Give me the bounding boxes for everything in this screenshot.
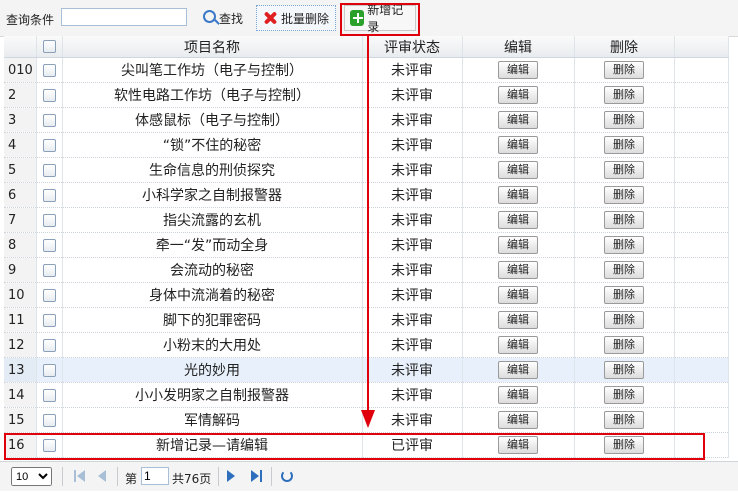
- page-total: 共76页: [172, 472, 212, 486]
- pager-separator: [62, 467, 63, 486]
- pager-separator: [117, 467, 118, 486]
- prev-page-icon[interactable]: [98, 470, 110, 482]
- next-page-icon[interactable]: [227, 470, 239, 482]
- pager-separator: [271, 467, 272, 486]
- pager-separator: [218, 467, 219, 486]
- last-page-icon[interactable]: [251, 470, 263, 482]
- first-page-icon[interactable]: [74, 470, 86, 482]
- annotation-arrow: [361, 36, 375, 428]
- current-page-input[interactable]: [141, 467, 169, 485]
- page-size-select[interactable]: 10: [11, 467, 52, 486]
- page-prefix: 第: [125, 472, 138, 486]
- refresh-icon[interactable]: [281, 470, 293, 482]
- pager: 10 第 共76页: [0, 461, 738, 491]
